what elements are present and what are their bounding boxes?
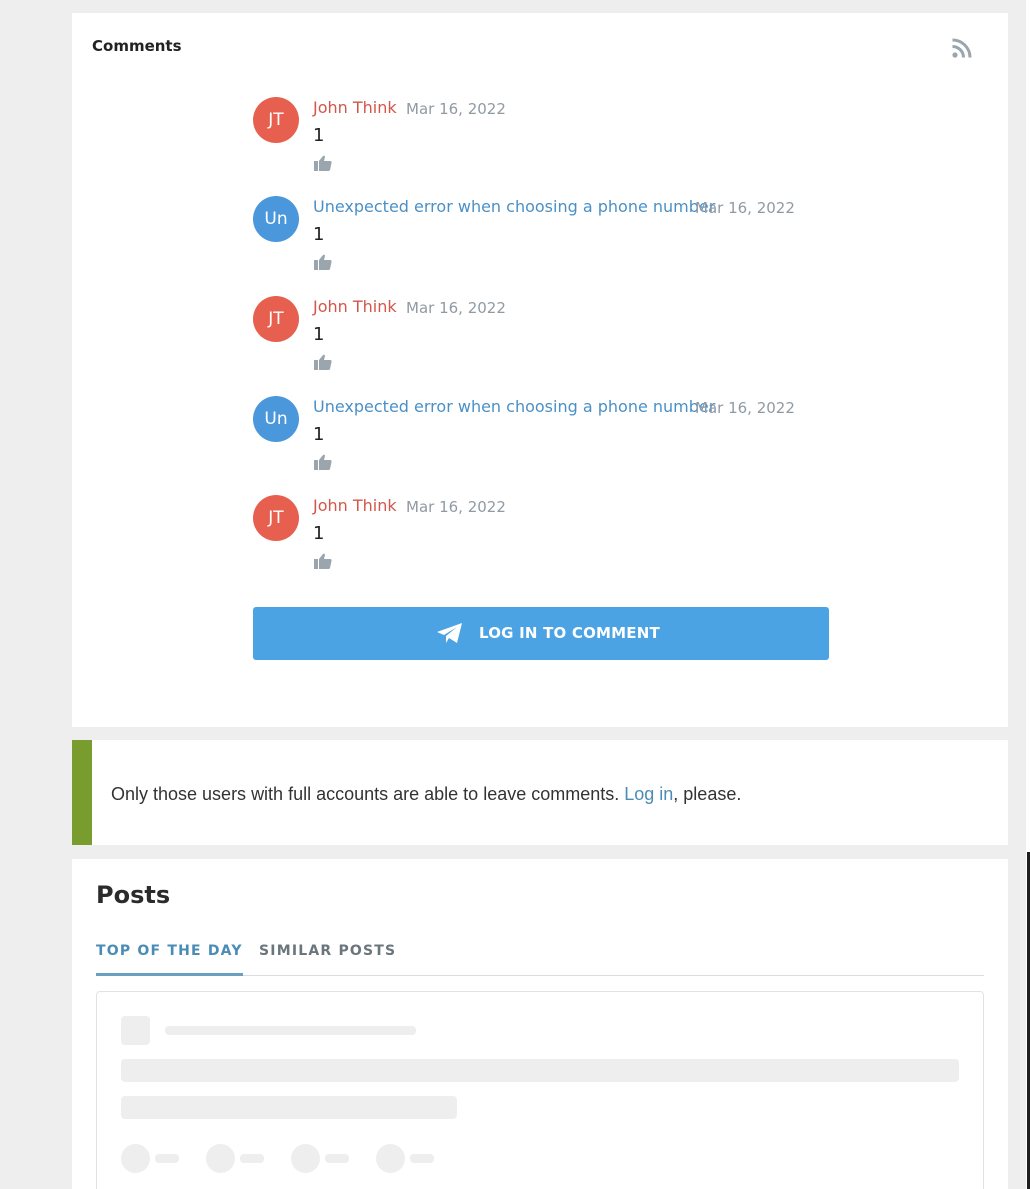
tab-similar-posts[interactable]: SIMILAR POSTS — [259, 943, 396, 976]
comment-author[interactable]: Unexpected error when choosing a phone n… — [313, 197, 715, 216]
skeleton-title — [121, 1059, 959, 1082]
comments-title: Comments — [92, 37, 182, 55]
notice-stripe — [72, 740, 92, 845]
comment-text: 1 — [313, 324, 325, 345]
skeleton-subtitle — [121, 1096, 457, 1119]
notice-text: Only those users with full accounts are … — [111, 784, 625, 804]
skeleton-stat-icon — [376, 1144, 405, 1173]
skeleton-avatar — [121, 1016, 150, 1045]
posts-section: Posts TOP OF THE DAY SIMILAR POSTS — [72, 859, 1008, 1189]
post-skeleton — [96, 991, 984, 1189]
comment-author[interactable]: John Think — [313, 297, 397, 316]
comments-notice: Only those users with full accounts are … — [72, 740, 1008, 845]
comment-author[interactable]: John Think — [313, 98, 397, 117]
skeleton-meta — [165, 1026, 416, 1035]
comment-item: JT John Think Mar 16, 2022 1 — [253, 97, 873, 187]
log-in-link[interactable]: Log in — [624, 784, 673, 804]
thumbs-up-icon[interactable] — [314, 254, 332, 270]
posts-title: Posts — [96, 881, 171, 909]
rss-icon[interactable] — [951, 37, 973, 59]
notice-text-end: , please. — [673, 784, 742, 804]
skeleton-stat — [155, 1154, 179, 1163]
skeleton-stat — [410, 1154, 434, 1163]
comment-text: 1 — [313, 125, 325, 146]
thumbs-up-icon[interactable] — [314, 553, 332, 569]
posts-tabs: TOP OF THE DAY SIMILAR POSTS — [96, 941, 984, 976]
comment-date[interactable]: Mar 16, 2022 — [695, 399, 795, 417]
skeleton-stat — [325, 1154, 349, 1163]
avatar[interactable]: Un — [253, 396, 299, 442]
thumbs-up-icon[interactable] — [314, 454, 332, 470]
skeleton-stat — [240, 1154, 264, 1163]
avatar[interactable]: JT — [253, 495, 299, 541]
log-in-to-comment-button[interactable]: LOG IN TO COMMENT — [253, 607, 829, 660]
comment-text: 1 — [313, 424, 325, 445]
log-in-to-comment-label: LOG IN TO COMMENT — [479, 624, 660, 642]
skeleton-stat-icon — [206, 1144, 235, 1173]
comment-date[interactable]: Mar 16, 2022 — [406, 498, 506, 516]
notice-message: Only those users with full accounts are … — [111, 784, 741, 805]
comment-item: JT John Think Mar 16, 2022 1 — [253, 296, 873, 386]
paper-plane-icon — [437, 623, 462, 643]
comment-date[interactable]: Mar 16, 2022 — [406, 299, 506, 317]
comment-item: Un Unexpected error when choosing a phon… — [253, 396, 873, 486]
comment-date[interactable]: Mar 16, 2022 — [695, 199, 795, 217]
avatar[interactable]: JT — [253, 296, 299, 342]
comment-author[interactable]: John Think — [313, 496, 397, 515]
thumbs-up-icon[interactable] — [314, 155, 332, 171]
comment-author[interactable]: Unexpected error when choosing a phone n… — [313, 397, 715, 416]
window-edge — [1026, 0, 1030, 1189]
comment-item: Un Unexpected error when choosing a phon… — [253, 196, 873, 286]
avatar[interactable]: JT — [253, 97, 299, 143]
comments-section: Comments JT John Think Mar 16, 2022 1 Un… — [72, 13, 1008, 727]
avatar[interactable]: Un — [253, 196, 299, 242]
comment-item: JT John Think Mar 16, 2022 1 — [253, 495, 873, 585]
tab-top-of-the-day[interactable]: TOP OF THE DAY — [96, 943, 243, 976]
comment-date[interactable]: Mar 16, 2022 — [406, 100, 506, 118]
comment-text: 1 — [313, 224, 325, 245]
skeleton-stat-icon — [121, 1144, 150, 1173]
comment-text: 1 — [313, 523, 325, 544]
skeleton-stat-icon — [291, 1144, 320, 1173]
thumbs-up-icon[interactable] — [314, 354, 332, 370]
